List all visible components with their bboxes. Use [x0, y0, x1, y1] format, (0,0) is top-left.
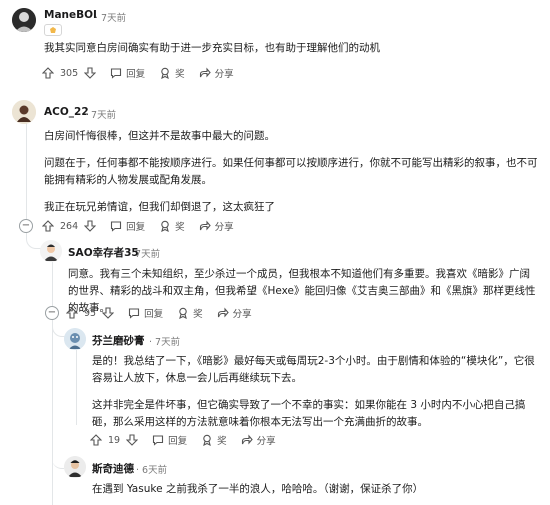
- comment-actions: 305 回复 奖 分享: [42, 63, 248, 83]
- share-label: 分享: [214, 222, 234, 233]
- avatar-image: [40, 240, 62, 262]
- comment-body: 白房间忏悔很棒，但这并不是故事中最大的问题。 问题在于，任何事都不能按顺序进行。…: [44, 130, 538, 213]
- avatar[interactable]: [12, 100, 36, 124]
- reply-button[interactable]: 回复: [110, 219, 145, 233]
- award-ribbon-icon: [203, 434, 211, 446]
- reply-button[interactable]: 回复: [152, 433, 187, 447]
- downvote-arrow-icon[interactable]: [84, 67, 97, 79]
- vote-group: 95: [66, 307, 115, 319]
- vote-count: 264: [60, 220, 79, 232]
- username[interactable]: 斯奇迪德: [92, 461, 134, 476]
- share-label: 分享: [256, 436, 276, 447]
- reply-label: 回复: [144, 309, 164, 320]
- reply-bubble-icon: [111, 221, 122, 232]
- timestamp: · 7天前: [85, 110, 117, 121]
- avatar[interactable]: [64, 456, 86, 478]
- award-badge-icon: [50, 27, 56, 33]
- upvote-arrow-icon[interactable]: [42, 67, 54, 79]
- award-button[interactable]: 奖: [177, 306, 203, 320]
- vote-group: 264: [42, 220, 97, 232]
- comment-actions: 264 回复 奖 分享: [42, 216, 248, 236]
- avatar-image: [12, 8, 36, 32]
- avatar[interactable]: [40, 240, 62, 262]
- reply-button[interactable]: 回复: [110, 66, 145, 80]
- reply-label: 回复: [168, 436, 188, 447]
- comment-actions: 95 回复 奖 分享: [66, 303, 266, 323]
- avatar-image: [64, 328, 86, 350]
- share-arrow-icon: [217, 307, 229, 318]
- timestamp: · 6天前: [136, 465, 168, 476]
- share-arrow-icon: [241, 434, 253, 445]
- award-label: 奖: [175, 69, 185, 80]
- share-button[interactable]: 分享: [199, 219, 234, 233]
- award-badge: [44, 24, 62, 36]
- share-button[interactable]: 分享: [199, 66, 234, 80]
- share-label: 分享: [232, 309, 252, 320]
- timestamp: · 7天前: [149, 337, 181, 348]
- award-button[interactable]: 奖: [159, 66, 185, 80]
- award-button[interactable]: 奖: [201, 433, 227, 447]
- timestamp: · 7天前: [129, 249, 161, 260]
- upvote-arrow-icon[interactable]: [42, 220, 54, 232]
- avatar-image: [64, 456, 86, 478]
- award-button[interactable]: 奖: [159, 219, 185, 233]
- thread-line: [52, 306, 53, 505]
- avatar[interactable]: [64, 328, 86, 350]
- award-ribbon-icon: [161, 220, 169, 232]
- vote-count: 19: [108, 434, 121, 446]
- vote-group: 305: [42, 67, 97, 79]
- share-button[interactable]: 分享: [217, 306, 252, 320]
- reply-label: 回复: [126, 69, 146, 80]
- upvote-arrow-icon[interactable]: [66, 307, 78, 319]
- vote-count: 95: [84, 307, 97, 319]
- collapse-minus-icon[interactable]: −: [19, 219, 33, 233]
- share-arrow-icon: [199, 67, 211, 78]
- award-label: 奖: [175, 222, 185, 233]
- share-arrow-icon: [199, 220, 211, 231]
- vote-group: 19: [90, 434, 139, 446]
- comment-body: 是的！我总结了一下，《暗影》最好每天或每周玩2-3个小时。由于剧情和体验的“模块…: [92, 355, 535, 428]
- thread-line: [52, 262, 53, 306]
- upvote-arrow-icon[interactable]: [90, 434, 102, 446]
- downvote-arrow-icon[interactable]: [126, 434, 139, 446]
- thread-line: [26, 120, 27, 218]
- reply-label: 回复: [126, 222, 146, 233]
- thread-branch: [52, 440, 64, 469]
- award-ribbon-icon: [179, 307, 187, 319]
- award-label: 奖: [193, 309, 203, 320]
- reply-button[interactable]: 回复: [128, 306, 163, 320]
- avatar-image: [12, 100, 36, 124]
- timestamp: · 7天前: [95, 13, 127, 24]
- username[interactable]: ManeBOI: [44, 9, 97, 21]
- share-label: 分享: [214, 69, 234, 80]
- reply-bubble-icon: [129, 308, 140, 319]
- downvote-arrow-icon[interactable]: [84, 220, 97, 232]
- reply-bubble-icon: [111, 68, 122, 79]
- vote-count: 305: [60, 67, 79, 79]
- award-ribbon-icon: [161, 67, 169, 79]
- reply-bubble-icon: [153, 435, 164, 446]
- share-button[interactable]: 分享: [241, 433, 276, 447]
- thread-line: [76, 350, 77, 425]
- collapse-minus-icon[interactable]: −: [45, 306, 59, 320]
- comment-body: 在遇到 Yasuke 之前我杀了一半的浪人，哈哈哈。（谢谢，保证杀了你）: [92, 483, 424, 495]
- award-label: 奖: [217, 436, 227, 447]
- downvote-arrow-icon[interactable]: [102, 307, 115, 319]
- comment-actions: 19 回复 奖 分享: [90, 430, 290, 450]
- comment-body: 我其实同意白房间确实有助于进一步充实目标，也有助于理解他们的动机: [44, 42, 380, 54]
- avatar[interactable]: [12, 8, 36, 32]
- username[interactable]: 芬兰磨砂膏: [92, 333, 145, 348]
